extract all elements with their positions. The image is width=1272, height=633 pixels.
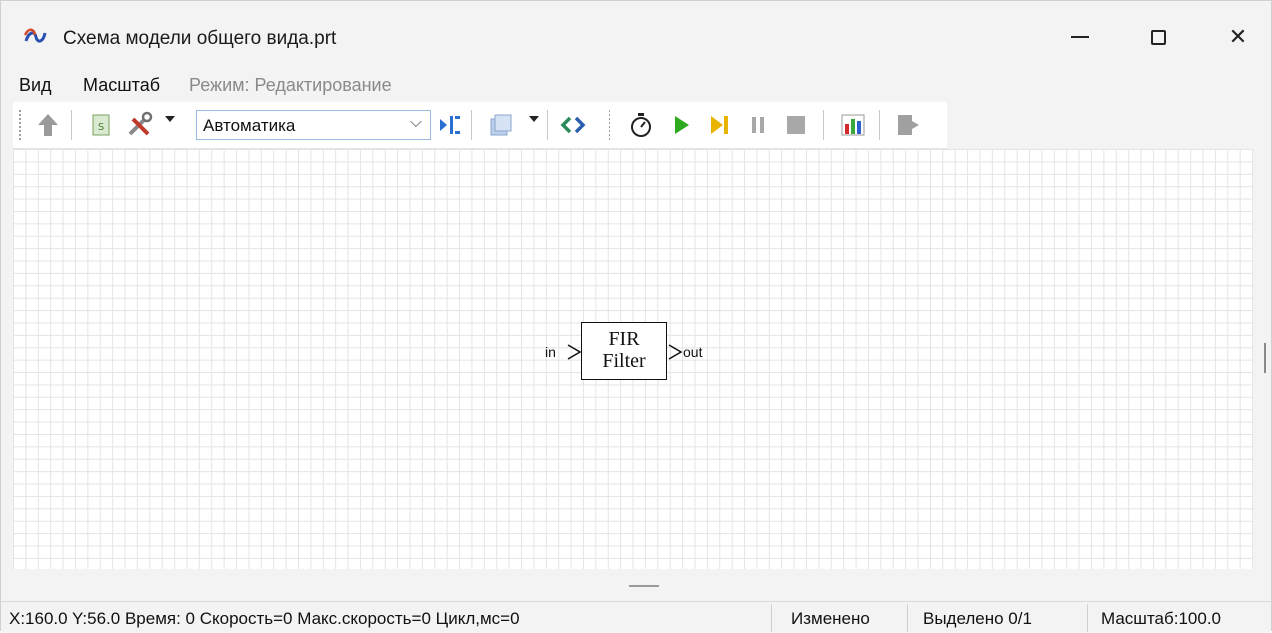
app-window: Схема модели общего вида.prt ✕ Вид Масшт… xyxy=(0,0,1272,633)
layers-dropdown-arrow-icon[interactable] xyxy=(529,116,539,122)
title-bar: Схема модели общего вида.prt ✕ xyxy=(1,1,1271,69)
toolbar-grip[interactable] xyxy=(19,110,21,140)
svg-text:S: S xyxy=(98,122,104,133)
toolbar-separator xyxy=(879,110,880,140)
vertical-scrollbar[interactable] xyxy=(1253,149,1271,569)
stop-icon[interactable] xyxy=(783,110,809,140)
link-icon[interactable] xyxy=(559,110,587,140)
splitter-handle-icon[interactable] xyxy=(629,585,659,587)
minimize-button[interactable] xyxy=(1057,19,1103,55)
status-bar: X:160.0 Y:56.0 Время: 0 Скорость=0 Макс.… xyxy=(1,601,1271,633)
tools-dropdown-arrow-icon[interactable] xyxy=(165,116,175,122)
close-icon: ✕ xyxy=(1228,24,1248,49)
maximize-button[interactable] xyxy=(1135,19,1181,55)
minimize-icon xyxy=(1071,36,1089,38)
output-port-icon[interactable] xyxy=(667,343,683,361)
menu-bar: Вид Масштаб Режим: Редактирование xyxy=(1,69,1271,101)
maximize-icon xyxy=(1150,29,1166,45)
status-separator xyxy=(771,604,772,632)
toolbar-grip xyxy=(609,110,610,140)
layers-icon[interactable] xyxy=(487,110,517,140)
chart-icon[interactable] xyxy=(839,110,867,140)
chevron-down-icon: ⌵ xyxy=(409,114,422,131)
toolbar: S Автоматика ⌵ xyxy=(13,102,947,149)
script-icon[interactable]: S xyxy=(89,110,113,140)
app-logo-icon xyxy=(23,28,47,43)
toolbar-separator xyxy=(71,110,72,140)
scroll-thumb[interactable] xyxy=(1264,343,1266,373)
mode-select[interactable]: Автоматика ⌵ xyxy=(196,110,431,140)
status-separator xyxy=(907,604,908,632)
block-title-line1: FIR xyxy=(608,328,640,350)
play-icon[interactable] xyxy=(669,110,693,140)
stopwatch-icon[interactable] xyxy=(627,110,655,140)
mode-indicator: Режим: Редактирование xyxy=(189,75,392,95)
close-button[interactable]: ✕ xyxy=(1215,19,1261,55)
output-port-label: out xyxy=(683,344,703,360)
status-separator xyxy=(1087,604,1088,632)
toolbar-separator xyxy=(547,110,548,140)
fir-filter-block[interactable]: FIR Filter xyxy=(581,322,667,380)
status-zoom: Масштаб:100.0 xyxy=(1101,609,1221,628)
block-title-line2: Filter xyxy=(602,350,646,372)
toolbar-separator xyxy=(471,110,472,140)
compile-icon[interactable] xyxy=(437,110,463,140)
menu-view[interactable]: Вид xyxy=(19,75,52,96)
exit-icon[interactable] xyxy=(893,110,923,140)
toolbar-separator xyxy=(823,110,824,140)
tools-icon[interactable] xyxy=(125,110,157,140)
up-arrow-icon[interactable] xyxy=(35,110,61,140)
status-selected: Выделено 0/1 xyxy=(923,609,1032,628)
pause-icon[interactable] xyxy=(747,110,769,140)
step-icon[interactable] xyxy=(707,110,733,140)
window-title: Схема модели общего вида.prt xyxy=(63,28,337,49)
status-modified: Изменено xyxy=(791,609,870,628)
input-port-label: in xyxy=(545,344,556,360)
input-port-icon[interactable] xyxy=(566,343,582,361)
status-coords: X:160.0 Y:56.0 Время: 0 Скорость=0 Макс.… xyxy=(9,609,520,628)
menu-scale[interactable]: Масштаб xyxy=(83,75,160,96)
mode-select-value: Автоматика xyxy=(203,116,296,135)
